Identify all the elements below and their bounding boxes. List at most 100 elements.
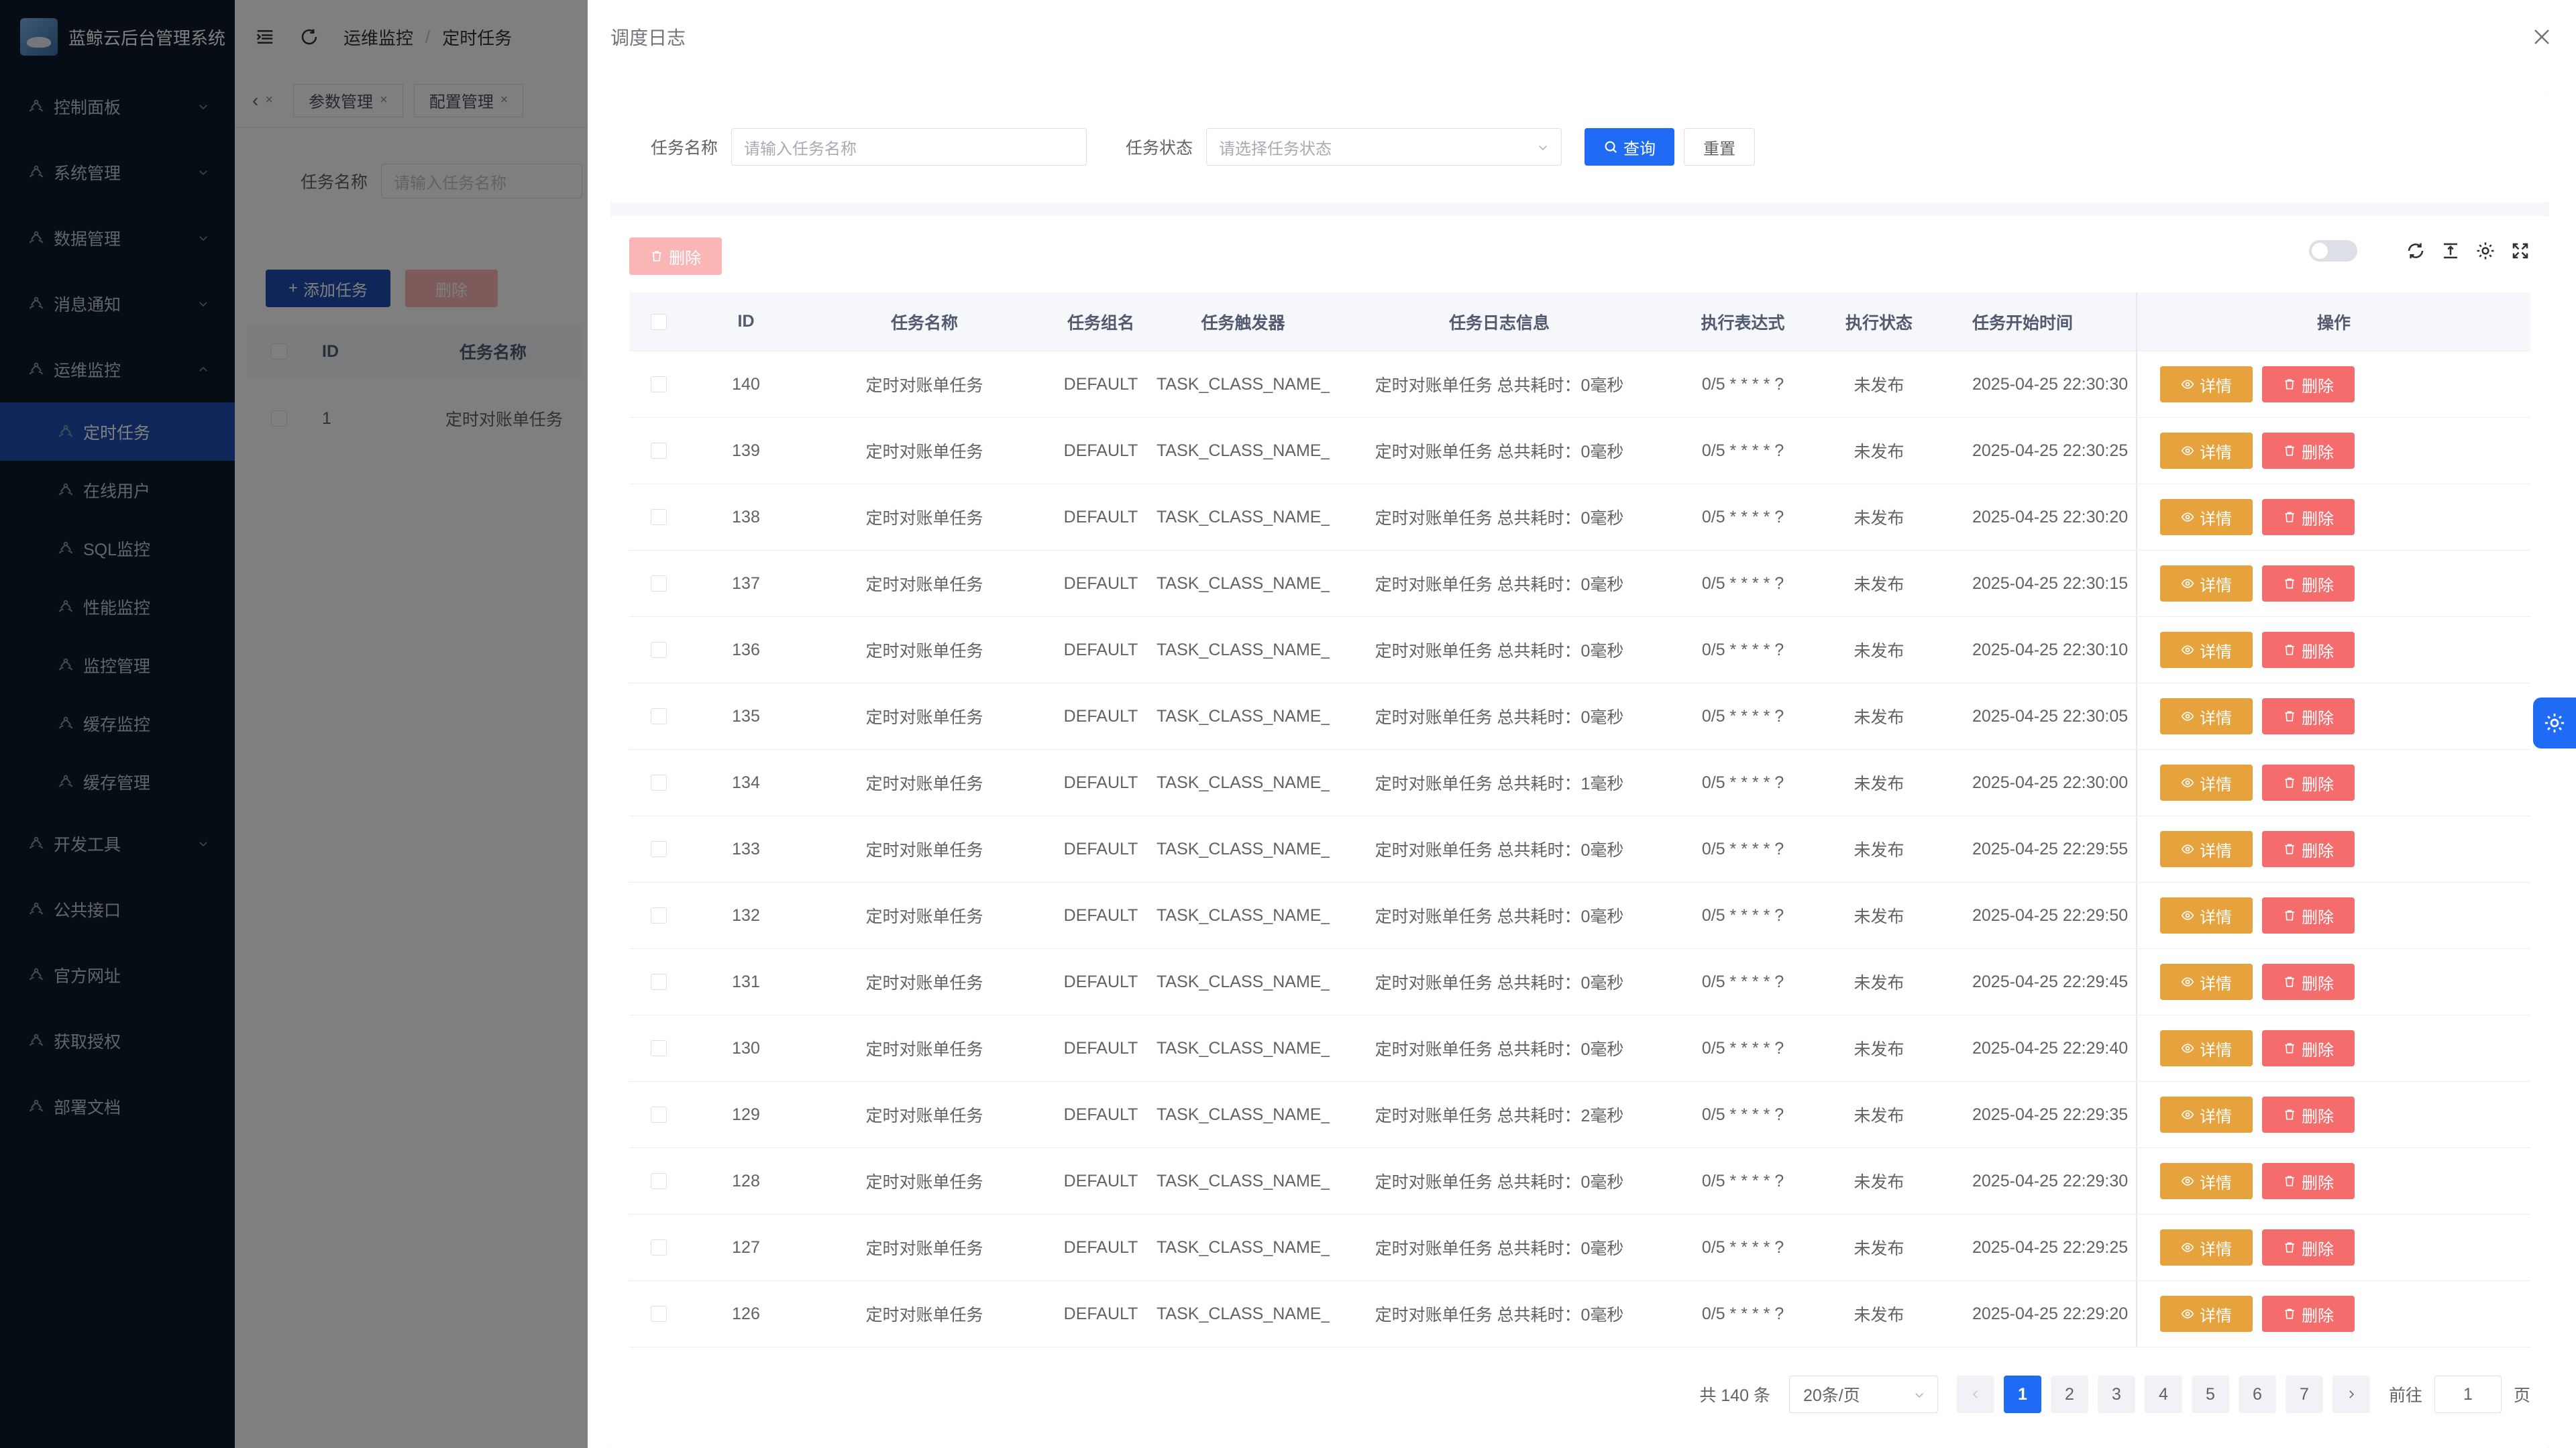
detail-button[interactable]: 详情: [2160, 1163, 2253, 1199]
cell-trigger: TASK_CLASS_NAME_1: [1157, 640, 1330, 659]
row-checkbox[interactable]: [651, 1239, 667, 1256]
detail-button[interactable]: 详情: [2160, 698, 2253, 734]
row-checkbox[interactable]: [651, 708, 667, 724]
detail-button[interactable]: 详情: [2160, 831, 2253, 867]
detail-button[interactable]: 详情: [2160, 897, 2253, 934]
task-status-select[interactable]: 请选择任务状态: [1206, 128, 1562, 166]
row-checkbox[interactable]: [651, 1306, 667, 1322]
detail-button[interactable]: 详情: [2160, 1030, 2253, 1066]
page-size-select[interactable]: 20条/页: [1788, 1376, 1938, 1413]
cell-id: 135: [732, 706, 760, 726]
reset-button[interactable]: 重置: [1684, 128, 1756, 166]
trash-icon: [2283, 1108, 2302, 1121]
goto-page-input[interactable]: 1: [2434, 1376, 2502, 1413]
row-checkbox[interactable]: [651, 907, 667, 924]
cell-task-name: 定时对账单任务: [865, 1107, 983, 1125]
search-toggle-switch[interactable]: [2309, 240, 2357, 262]
detail-button[interactable]: 详情: [2160, 433, 2253, 469]
query-button[interactable]: 查询: [1585, 128, 1675, 166]
page-number-button[interactable]: 2: [2050, 1376, 2088, 1413]
table-row: 139 定时对账单任务 DEFAULT TASK_CLASS_NAME_1 定时对账单任…: [629, 418, 2530, 484]
cell-task-group: DEFAULT: [1063, 972, 1138, 991]
row-checkbox[interactable]: [651, 974, 667, 990]
next-page-button[interactable]: [2332, 1376, 2370, 1413]
eye-icon: [2181, 444, 2200, 457]
delete-button[interactable]: 删除: [2262, 632, 2355, 668]
detail-button[interactable]: 详情: [2160, 366, 2253, 402]
detail-button[interactable]: 详情: [2160, 499, 2253, 535]
cell-task-name: 定时对账单任务: [865, 1239, 983, 1258]
close-icon[interactable]: [2532, 27, 2552, 47]
cell-task-group: DEFAULT: [1063, 441, 1138, 460]
row-select-cell: [629, 708, 688, 724]
delete-button[interactable]: 删除: [2262, 1030, 2355, 1066]
eye-icon: [2181, 1108, 2200, 1121]
eye-icon: [2181, 776, 2200, 789]
row-checkbox[interactable]: [651, 1107, 667, 1123]
prev-page-button[interactable]: [1956, 1376, 1994, 1413]
detail-button[interactable]: 详情: [2160, 1229, 2253, 1266]
gear-icon[interactable]: [2475, 241, 2496, 261]
row-select-cell: [629, 775, 688, 791]
refresh-icon[interactable]: [2406, 241, 2426, 261]
delete-button[interactable]: 删除: [2262, 831, 2355, 867]
row-checkbox[interactable]: [651, 509, 667, 525]
row-checkbox[interactable]: [651, 1040, 667, 1056]
detail-button[interactable]: 详情: [2160, 964, 2253, 1000]
task-name-input[interactable]: 请输入任务名称: [731, 128, 1087, 166]
cell-trigger: TASK_CLASS_NAME_1: [1157, 507, 1330, 526]
detail-button[interactable]: 详情: [2160, 1296, 2253, 1332]
cell-start-time: 2025-04-25 22:29:20: [1972, 1304, 2129, 1323]
cell-start-time: 2025-04-25 22:30:20: [1972, 507, 2129, 526]
detail-button[interactable]: 详情: [2160, 1097, 2253, 1133]
delete-label: 删除: [2302, 1306, 2334, 1325]
detail-label: 详情: [2200, 1041, 2232, 1060]
delete-button[interactable]: 删除: [2262, 698, 2355, 734]
page-number-button[interactable]: 3: [2097, 1376, 2135, 1413]
page-number-button[interactable]: 6: [2238, 1376, 2276, 1413]
detail-label: 详情: [2200, 1240, 2232, 1259]
cell-log-info: 定时对账单任务 总共耗时：0毫秒: [1375, 907, 1624, 926]
column-height-icon[interactable]: [2440, 241, 2461, 261]
cell-status: 未发布: [1854, 1239, 1904, 1258]
row-checkbox[interactable]: [651, 775, 667, 791]
table-row: 136 定时对账单任务 DEFAULT TASK_CLASS_NAME_1 定时对账单任…: [629, 617, 2530, 683]
row-checkbox[interactable]: [651, 841, 667, 857]
cell-trigger: TASK_CLASS_NAME_1: [1157, 441, 1330, 460]
cell-trigger: TASK_CLASS_NAME_1: [1157, 1171, 1330, 1190]
delete-button[interactable]: 删除: [2262, 897, 2355, 934]
row-checkbox[interactable]: [651, 443, 667, 459]
page-number-button[interactable]: 5: [2191, 1376, 2229, 1413]
row-checkbox[interactable]: [651, 1173, 667, 1189]
page-number-button[interactable]: 7: [2285, 1376, 2323, 1413]
delete-button[interactable]: 删除: [2262, 964, 2355, 1000]
page-number-button[interactable]: 1: [2003, 1376, 2041, 1413]
delete-button[interactable]: 删除: [2262, 1229, 2355, 1266]
row-checkbox[interactable]: [651, 376, 667, 392]
cell-status: 未发布: [1854, 376, 1904, 395]
delete-button[interactable]: 删除: [2262, 765, 2355, 801]
cell-status: 未发布: [1854, 575, 1904, 594]
detail-label: 详情: [2200, 1306, 2232, 1325]
fullscreen-icon[interactable]: [2510, 241, 2530, 261]
col-id: ID: [737, 312, 755, 331]
detail-button[interactable]: 详情: [2160, 632, 2253, 668]
delete-button[interactable]: 删除: [2262, 1163, 2355, 1199]
settings-float-button[interactable]: [2533, 698, 2576, 748]
delete-button[interactable]: 删除: [2262, 1097, 2355, 1133]
cell-trigger: TASK_CLASS_NAME_1: [1157, 706, 1330, 726]
select-all-checkbox[interactable]: [651, 313, 667, 330]
page-number-button[interactable]: 4: [2144, 1376, 2182, 1413]
cell-actions: 详情 删除: [2136, 1082, 2530, 1148]
row-checkbox[interactable]: [651, 575, 667, 592]
delete-button[interactable]: 删除: [2262, 1296, 2355, 1332]
delete-button[interactable]: 删除: [2262, 433, 2355, 469]
delete-button[interactable]: 删除: [2262, 366, 2355, 402]
delete-button[interactable]: 删除: [2262, 565, 2355, 602]
batch-delete-button[interactable]: 删除: [629, 237, 722, 275]
row-checkbox[interactable]: [651, 642, 667, 658]
detail-button[interactable]: 详情: [2160, 565, 2253, 602]
table-row: 140 定时对账单任务 DEFAULT TASK_CLASS_NAME_1 定时对账单任…: [629, 351, 2530, 418]
detail-button[interactable]: 详情: [2160, 765, 2253, 801]
delete-button[interactable]: 删除: [2262, 499, 2355, 535]
